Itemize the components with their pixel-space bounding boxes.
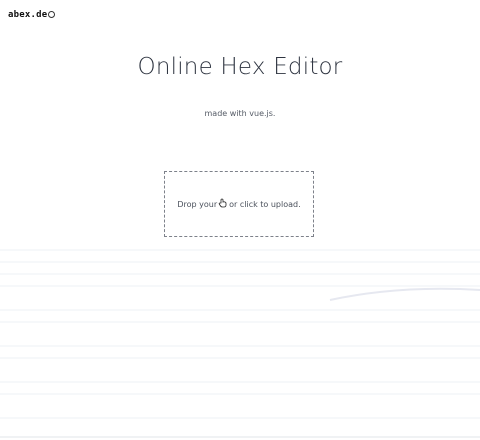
upload-instructions: Drop your or click to upload. — [177, 198, 301, 209]
file-upload-dropzone[interactable]: Drop your or click to upload. — [164, 171, 314, 237]
pen-mark-icon — [48, 10, 56, 18]
page-title: Online Hex Editor — [137, 54, 343, 80]
site-logo[interactable]: abex.de — [8, 10, 56, 20]
upload-text-after: or click to upload. — [229, 199, 301, 209]
upload-text-before: Drop your — [177, 199, 218, 209]
hand-cursor-icon — [218, 198, 227, 208]
logo-text: abex.de — [8, 10, 48, 20]
page-subtitle: made with vue.js. — [204, 109, 276, 118]
